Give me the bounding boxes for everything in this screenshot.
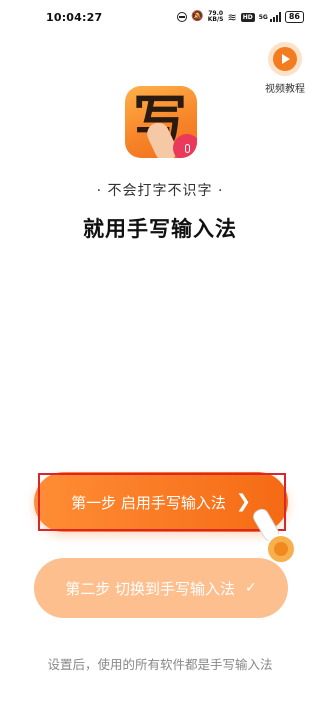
video-tutorial-label: 视频教程 — [265, 84, 305, 95]
chevron-right-icon: ❯ — [235, 491, 251, 512]
headline: 就用手写输入法 — [83, 217, 237, 241]
app-logo: 写 — [125, 86, 197, 158]
signal-icon — [269, 12, 281, 22]
status-time: 10:04:27 — [46, 10, 103, 24]
enable-handwriting-label: 第一步 启用手写输入法 — [71, 493, 226, 512]
switch-handwriting-button[interactable]: 第二步 切换到手写输入法 ✓ — [34, 558, 288, 618]
check-icon: ✓ — [245, 580, 257, 596]
signal-label: 5G — [258, 13, 268, 21]
hd-badge: HD — [240, 12, 255, 22]
network-speed: 79.0 KB/S — [208, 11, 224, 23]
bell-muted-icon: 🔕 — [191, 11, 204, 22]
battery-indicator: 86 — [284, 11, 304, 23]
status-bar: 10:04:27 🔕 79.0 KB/S ≋ HD 5G 86 — [0, 0, 320, 34]
slogan: · 不会打字不识字 · — [96, 183, 224, 199]
video-tutorial-button[interactable]: 视频教程 — [260, 42, 310, 95]
status-icons: 🔕 79.0 KB/S ≋ HD 5G 86 — [177, 11, 304, 23]
play-icon — [268, 42, 302, 76]
do-not-disturb-icon — [177, 12, 188, 22]
footer-note: 设置后，使用的所有软件都是手写输入法 — [47, 657, 273, 672]
microphone-icon — [173, 134, 197, 158]
enable-handwriting-button[interactable]: 第一步 启用手写输入法 ❯ — [34, 472, 288, 532]
switch-handwriting-label: 第二步 切换到手写输入法 — [65, 579, 236, 598]
wifi-icon: ≋ — [227, 10, 237, 24]
network-speed-unit: KB/S — [207, 16, 224, 23]
